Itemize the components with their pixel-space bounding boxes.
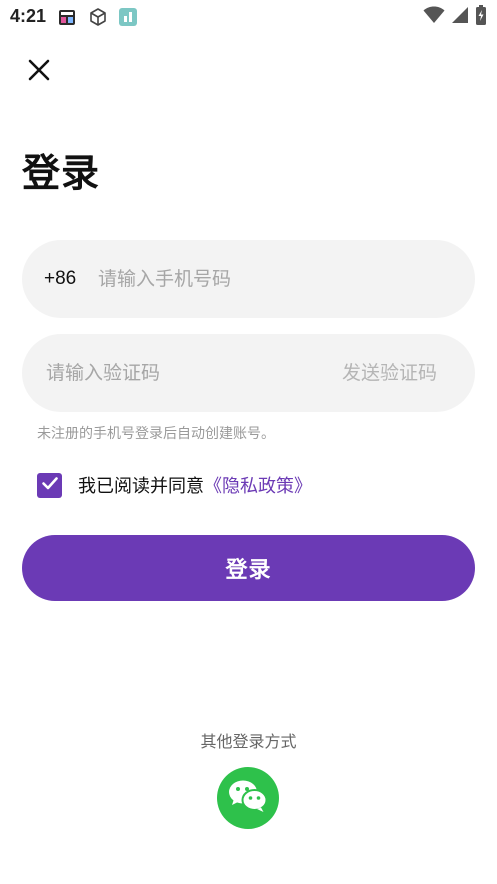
wifi-icon [423, 6, 445, 28]
login-button[interactable]: 登录 [22, 535, 475, 601]
verification-code-input[interactable] [46, 334, 326, 412]
cellular-signal-icon [451, 6, 469, 28]
agreement-checkbox[interactable] [37, 472, 62, 498]
phone-field[interactable]: +86 [22, 240, 475, 318]
agreement-text: 我已阅读并同意 [78, 476, 204, 497]
phone-input[interactable] [98, 240, 438, 318]
close-icon [28, 59, 50, 85]
checkmark-icon [40, 473, 60, 497]
close-button[interactable] [22, 55, 56, 89]
agreement-row: 我已阅读并同意 《隐私政策》 [37, 472, 312, 498]
privacy-policy-link[interactable]: 《隐私政策》 [204, 472, 312, 498]
status-bar: 4:21 [0, 0, 497, 34]
page-title: 登录 [22, 151, 101, 195]
registration-hint: 未注册的手机号登录后自动创建账号。 [37, 426, 275, 442]
send-code-button[interactable]: 发送验证码 [342, 334, 437, 412]
app-notification-icon [118, 7, 138, 27]
wechat-login-button[interactable] [217, 767, 279, 829]
status-time: 4:21 [10, 6, 47, 26]
country-code[interactable]: +86 [44, 240, 76, 318]
sim-card-notification-icon [57, 7, 77, 27]
battery-charging-icon [475, 5, 487, 29]
cube-notification-icon [88, 7, 108, 27]
verification-code-field[interactable]: 发送验证码 [22, 334, 475, 412]
other-login-title: 其他登录方式 [200, 732, 297, 751]
wechat-icon [227, 778, 269, 818]
